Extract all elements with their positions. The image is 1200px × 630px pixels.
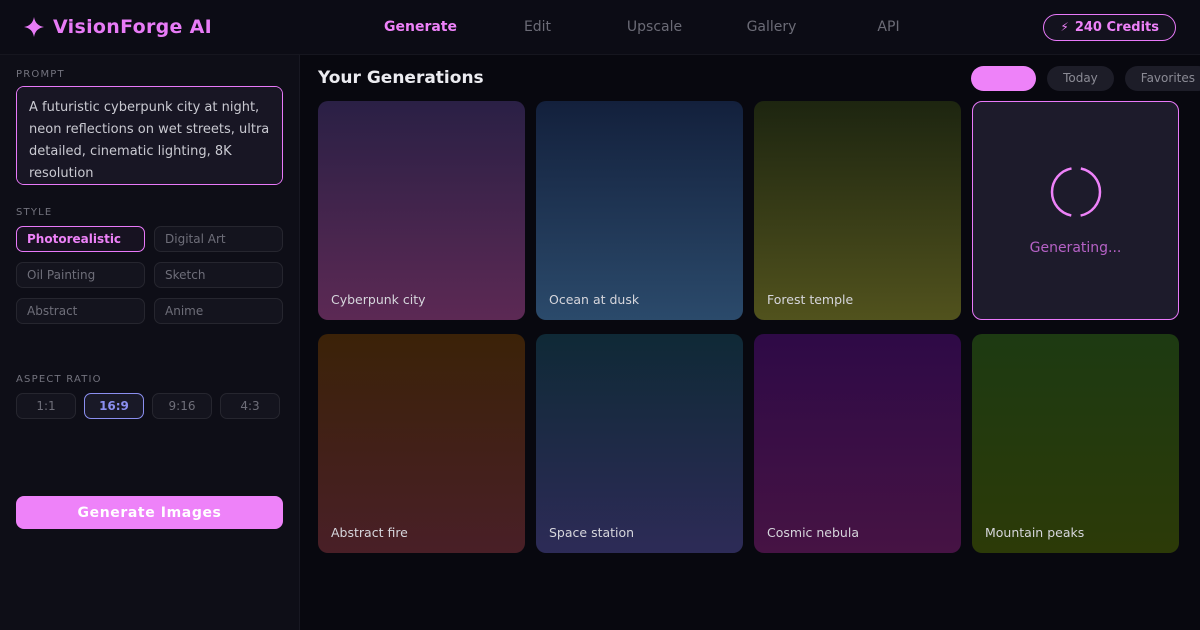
page-title: Your Generations [318, 68, 484, 88]
prompt-label: PROMPT [16, 69, 283, 80]
filter-pills: Today Favorites [971, 66, 1200, 91]
generation-card-mountain-peaks[interactable]: Mountain peaks [972, 334, 1179, 553]
aspect-option-9-16[interactable]: 9:16 [152, 393, 212, 419]
aspect-option-1-1[interactable]: 1:1 [16, 393, 76, 419]
generation-card-cosmic-nebula[interactable]: Cosmic nebula [754, 334, 961, 553]
aspect-ratio-section: ASPECT RATIO 1:1 16:9 9:16 4:3 [16, 374, 283, 419]
sparkle-icon [24, 17, 44, 37]
style-option-oil-painting[interactable]: Oil Painting [16, 262, 145, 288]
filter-pill-active[interactable] [971, 66, 1036, 91]
card-caption: Forest temple [767, 292, 853, 307]
card-caption: Abstract fire [331, 525, 408, 540]
aspect-option-4-3[interactable]: 4:3 [220, 393, 280, 419]
generation-card-generating[interactable]: Generating... [972, 101, 1179, 320]
style-option-anime[interactable]: Anime [154, 298, 283, 324]
aspect-ratio-options: 1:1 16:9 9:16 4:3 [16, 393, 283, 419]
style-option-abstract[interactable]: Abstract [16, 298, 145, 324]
generation-card-space-station[interactable]: Space station [536, 334, 743, 553]
style-option-photorealistic[interactable]: Photorealistic [16, 226, 145, 252]
brand-name: VisionForge AI [53, 16, 212, 38]
nav-menu: GenerateEditUpscaleGalleryAPI [362, 19, 947, 35]
card-caption: Cosmic nebula [767, 525, 859, 540]
main-content: Your Generations Today Favorites Cyberpun… [300, 55, 1200, 630]
style-options: Photorealistic Digital Art Oil Painting Ske… [16, 226, 283, 324]
style-option-sketch[interactable]: Sketch [154, 262, 283, 288]
aspect-ratio-label: ASPECT RATIO [16, 374, 283, 385]
generations-header: Your Generations Today Favorites [300, 55, 1200, 101]
generation-card-abstract-fire[interactable]: Abstract fire [318, 334, 525, 553]
credits-label: 240 Credits [1075, 20, 1159, 35]
nav-item-upscale[interactable]: Upscale [596, 19, 713, 35]
style-label: STYLE [16, 207, 283, 218]
style-option-digital-art[interactable]: Digital Art [154, 226, 283, 252]
nav-item-gallery[interactable]: Gallery [713, 19, 830, 35]
card-caption: Cyberpunk city [331, 292, 426, 307]
card-caption: Ocean at dusk [549, 292, 639, 307]
card-caption: Mountain peaks [985, 525, 1084, 540]
aspect-option-16-9[interactable]: 16:9 [84, 393, 144, 419]
spinner-icon [1050, 166, 1102, 222]
nav-item-edit[interactable]: Edit [479, 19, 596, 35]
filter-pill-today[interactable]: Today [1047, 66, 1114, 91]
generation-sidebar: PROMPT STYLE Photorealistic Digital Art Oi… [0, 55, 300, 630]
nav-item-generate[interactable]: Generate [362, 19, 479, 35]
generation-card-cyberpunk-city[interactable]: Cyberpunk city [318, 101, 525, 320]
generations-grid: Cyberpunk city Ocean at dusk Forest temple… [300, 101, 1200, 553]
lightning-icon: ⚡ [1060, 20, 1068, 34]
generate-images-button[interactable]: Generate Images [16, 496, 283, 529]
style-section: STYLE Photorealistic Digital Art Oil Paint… [16, 207, 283, 324]
credits-badge[interactable]: ⚡ 240 Credits [1043, 14, 1176, 41]
card-caption: Space station [549, 525, 634, 540]
generating-status-label: Generating... [1030, 240, 1122, 256]
top-navbar: VisionForge AI GenerateEditUpscaleGaller… [0, 0, 1200, 55]
generation-card-ocean-at-dusk[interactable]: Ocean at dusk [536, 101, 743, 320]
nav-item-api[interactable]: API [830, 19, 947, 35]
brand-logo: VisionForge AI [24, 16, 212, 38]
prompt-input[interactable] [16, 86, 283, 185]
generation-card-forest-temple[interactable]: Forest temple [754, 101, 961, 320]
filter-pill-favorites[interactable]: Favorites [1125, 66, 1200, 91]
